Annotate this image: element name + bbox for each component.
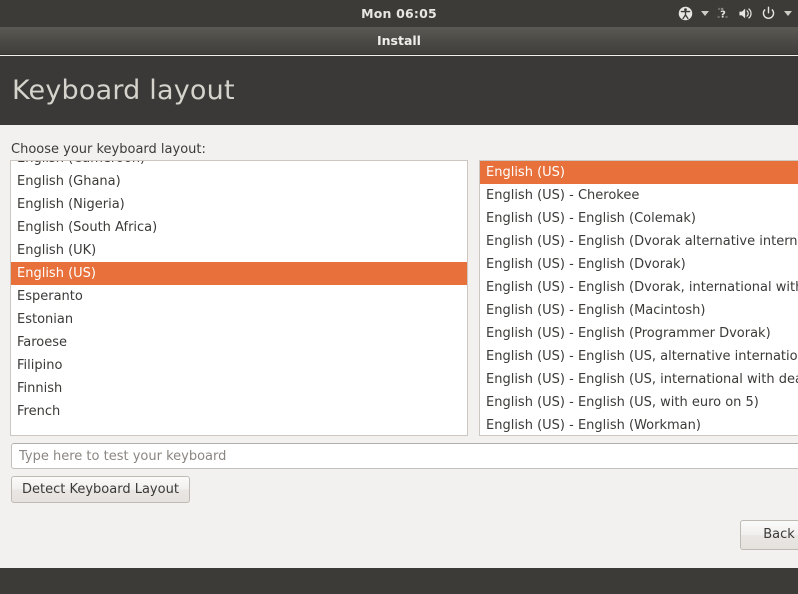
variant-list-item[interactable]: English (US) - English (Dvorak alternati… [480,230,798,253]
variant-list-item[interactable]: English (US) - English (Programmer Dvora… [480,322,798,345]
variant-listbox[interactable]: English (US)English (US) - CherokeeEngli… [479,160,798,436]
variant-list-item[interactable]: English (US) - English (Workman) [480,414,798,436]
back-button[interactable]: Back [740,520,798,550]
language-list: English (Cameroon)English (Ghana)English… [11,160,467,423]
window-titlebar: Install [0,27,798,55]
system-panel: Mon 06:05 ? [0,0,798,27]
detect-keyboard-layout-button[interactable]: Detect Keyboard Layout [11,476,190,503]
variant-list-item[interactable]: English (US) - Cherokee [480,184,798,207]
page-title: Keyboard layout [0,75,235,106]
bottom-strip [0,568,798,594]
variant-list-item[interactable]: English (US) - English (Macintosh) [480,299,798,322]
chevron-down-icon-2[interactable] [784,11,792,16]
variant-list-item[interactable]: English (US) - English (US, internationa… [480,368,798,391]
installer-window: Mon 06:05 ? [0,0,798,594]
language-list-item[interactable]: Finnish [11,377,467,400]
language-list-item[interactable]: English (UK) [11,239,467,262]
variant-list-item[interactable]: English (US) - English (Colemak) [480,207,798,230]
language-list-item[interactable]: Estonian [11,308,467,331]
page-header: Keyboard layout [0,56,798,125]
language-list-item[interactable]: Faroese [11,331,467,354]
variant-list-item[interactable]: English (US) - English (Dvorak, internat… [480,276,798,299]
power-icon[interactable] [761,0,776,27]
system-indicators: ? [678,0,792,27]
language-listbox[interactable]: English (Cameroon)English (Ghana)English… [10,160,468,436]
language-list-item[interactable]: English (Cameroon) [11,160,467,170]
language-list-item[interactable]: English (South Africa) [11,216,467,239]
language-list-item[interactable]: French [11,400,467,423]
window-title: Install [377,33,421,48]
language-list-item[interactable]: English (US) [11,262,467,285]
keyboard-test-input[interactable] [11,443,798,469]
variant-list-item[interactable]: English (US) [480,161,798,184]
variant-list-item[interactable]: English (US) - English (US, with euro on… [480,391,798,414]
keyboard-indicator-icon[interactable]: ? [716,0,731,27]
variant-list: English (US)English (US) - CherokeeEngli… [480,161,798,436]
choose-layout-label: Choose your keyboard layout: [11,142,206,157]
language-list-item[interactable]: English (Nigeria) [11,193,467,216]
language-list-item[interactable]: Esperanto [11,285,467,308]
svg-text:?: ? [720,9,726,20]
content-area: Choose your keyboard layout: English (Ca… [0,125,798,568]
variant-list-item[interactable]: English (US) - English (Dvorak) [480,253,798,276]
language-list-item[interactable]: English (Ghana) [11,170,467,193]
volume-icon[interactable] [738,0,754,27]
accessibility-icon[interactable] [678,0,693,27]
chevron-down-icon[interactable] [701,11,709,16]
language-list-item[interactable]: Filipino [11,354,467,377]
clock[interactable]: Mon 06:05 [361,6,437,21]
variant-list-item[interactable]: English (US) - English (US, alternative … [480,345,798,368]
